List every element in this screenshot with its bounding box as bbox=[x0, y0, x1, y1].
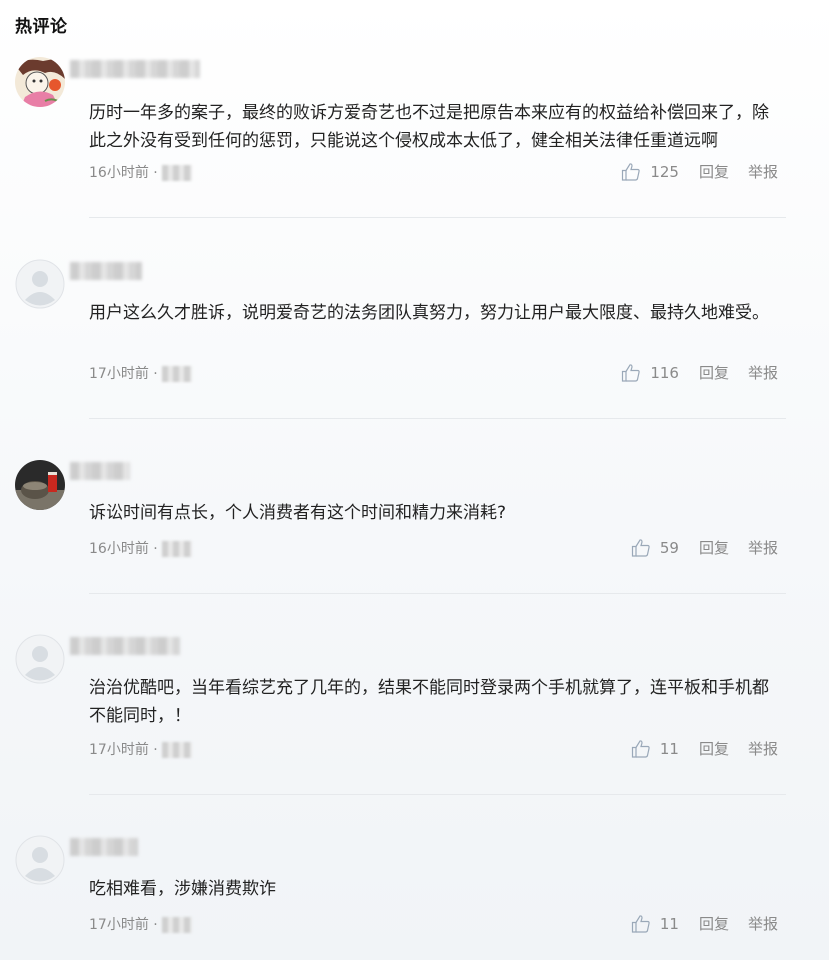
comment-actions: 125 回复 举报 bbox=[621, 161, 778, 182]
report-button[interactable]: 举报 bbox=[748, 913, 778, 934]
report-button[interactable]: 举报 bbox=[748, 537, 778, 558]
like-count: 116 bbox=[650, 363, 679, 382]
reply-button[interactable]: 回复 bbox=[699, 913, 729, 934]
thumbs-up-icon bbox=[622, 162, 641, 181]
like-button[interactable]: 59 bbox=[631, 538, 679, 558]
avatar[interactable] bbox=[15, 259, 65, 309]
username-blurred bbox=[70, 637, 180, 655]
avatar[interactable] bbox=[15, 57, 65, 107]
divider bbox=[89, 593, 786, 594]
comment-text: 用户这么久才胜诉，说明爱奇艺的法务团队真努力，努力让用户最大限度、最持久地难受。 bbox=[89, 303, 769, 323]
username[interactable] bbox=[70, 462, 130, 480]
like-count: 125 bbox=[650, 162, 679, 181]
default-avatar-icon bbox=[15, 259, 65, 309]
default-avatar-icon bbox=[15, 634, 65, 684]
like-button[interactable]: 11 bbox=[631, 739, 679, 759]
reply-button[interactable]: 回复 bbox=[699, 738, 729, 759]
like-count: 11 bbox=[659, 914, 679, 933]
username[interactable] bbox=[70, 838, 138, 856]
comment-actions: 59 回复 举报 bbox=[631, 537, 778, 558]
reply-button[interactable]: 回复 bbox=[699, 161, 729, 182]
comment-time: 17小时前 · bbox=[89, 742, 158, 758]
reply-button[interactable]: 回复 bbox=[699, 362, 729, 383]
comment-meta: 17小时前 · bbox=[89, 914, 192, 934]
username-blurred bbox=[70, 462, 130, 480]
like-count: 59 bbox=[659, 538, 679, 557]
thumbs-up-icon bbox=[622, 363, 641, 382]
comment-meta: 17小时前 · bbox=[89, 363, 192, 383]
report-button[interactable]: 举报 bbox=[748, 362, 778, 383]
comment-time: 16小时前 · bbox=[89, 541, 158, 557]
like-count: 11 bbox=[659, 739, 679, 758]
username-blurred bbox=[70, 838, 138, 856]
comment-text: 诉讼时间有点长，个人消费者有这个时间和精力来消耗? bbox=[89, 503, 507, 523]
report-button[interactable]: 举报 bbox=[748, 161, 778, 182]
username-blurred bbox=[70, 262, 142, 280]
location-blurred bbox=[161, 742, 192, 758]
username[interactable] bbox=[70, 262, 142, 280]
comment-time: 16小时前 · bbox=[89, 165, 158, 181]
comment-meta: 16小时前 · bbox=[89, 538, 192, 558]
comment-text: 吃相难看，涉嫌消费欺诈 bbox=[89, 879, 276, 899]
like-button[interactable]: 116 bbox=[621, 363, 679, 383]
reply-button[interactable]: 回复 bbox=[699, 537, 729, 558]
comment-meta: 16小时前 · bbox=[89, 162, 192, 182]
comment-actions: 11 回复 举报 bbox=[631, 738, 778, 759]
like-button[interactable]: 11 bbox=[631, 914, 679, 934]
comment-time: 17小时前 · bbox=[89, 366, 158, 382]
avatar[interactable] bbox=[15, 460, 65, 510]
default-avatar-icon bbox=[15, 835, 65, 885]
drawn-avatar-icon bbox=[15, 57, 65, 107]
comment-actions: 11 回复 举报 bbox=[631, 913, 778, 934]
username[interactable] bbox=[70, 60, 200, 78]
comment-text: 历时一年多的案子，最终的败诉方爱奇艺也不过是把原告本来应有的权益给补偿回来了，除… bbox=[89, 103, 769, 151]
location-blurred bbox=[161, 366, 192, 382]
comment-actions: 116 回复 举报 bbox=[621, 362, 778, 383]
location-blurred bbox=[161, 541, 192, 557]
username[interactable] bbox=[70, 637, 180, 655]
comment-time: 17小时前 · bbox=[89, 917, 158, 933]
divider bbox=[89, 418, 786, 419]
avatar[interactable] bbox=[15, 835, 65, 885]
divider bbox=[89, 217, 786, 218]
report-button[interactable]: 举报 bbox=[748, 738, 778, 759]
comment-text: 治治优酷吧，当年看综艺充了几年的，结果不能同时登录两个手机就算了，连平板和手机都… bbox=[89, 678, 769, 726]
thumbs-up-icon bbox=[631, 538, 650, 557]
location-blurred bbox=[161, 165, 192, 181]
avatar[interactable] bbox=[15, 634, 65, 684]
photo-avatar-icon bbox=[15, 460, 65, 510]
like-button[interactable]: 125 bbox=[621, 162, 679, 182]
divider bbox=[89, 794, 786, 795]
comment-meta: 17小时前 · bbox=[89, 739, 192, 759]
section-title: 热评论 bbox=[15, 17, 68, 37]
location-blurred bbox=[161, 917, 192, 933]
thumbs-up-icon bbox=[631, 739, 650, 758]
thumbs-up-icon bbox=[631, 914, 650, 933]
username-blurred bbox=[70, 60, 200, 78]
